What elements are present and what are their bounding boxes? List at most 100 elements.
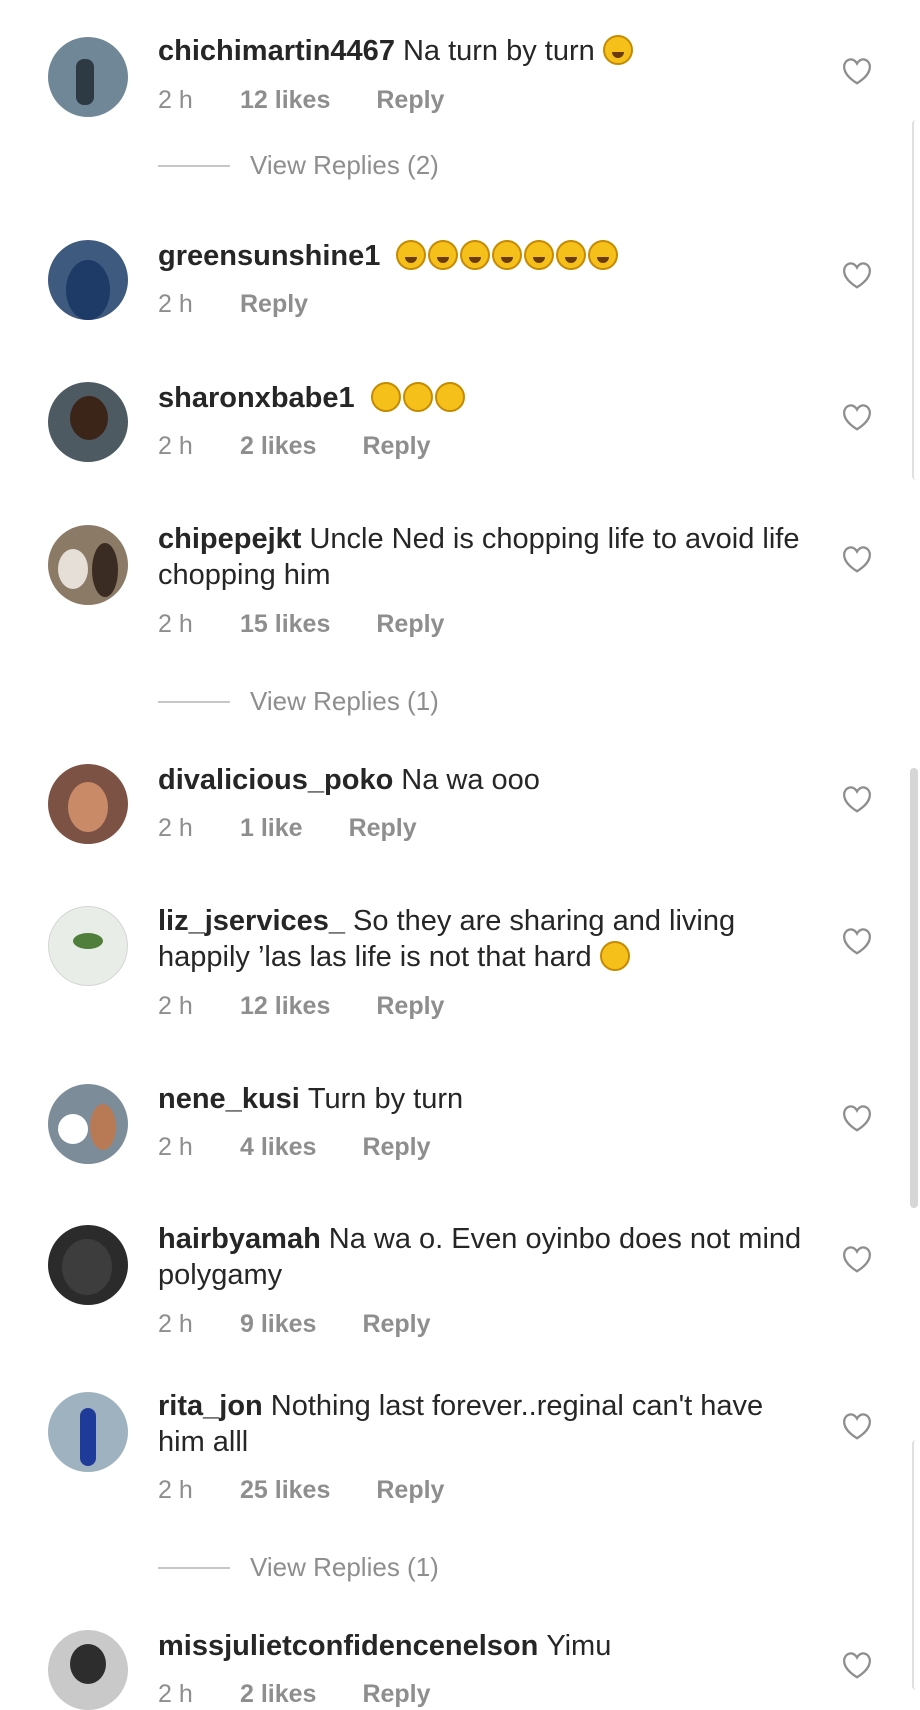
avatar[interactable]	[48, 1630, 128, 1710]
likes-count[interactable]: 15 likes	[240, 610, 330, 639]
username[interactable]: hairbyamah	[158, 1223, 321, 1255]
likes-count[interactable]: 4 likes	[240, 1133, 316, 1162]
reply-button[interactable]: Reply	[362, 1133, 430, 1162]
view-replies-button[interactable]: View Replies (2)	[158, 150, 439, 181]
comment-text: rita_jon Nothing last forever..reginal ca…	[158, 1388, 802, 1460]
reply-button[interactable]: Reply	[376, 1476, 444, 1505]
username[interactable]: rita_jon	[158, 1390, 263, 1422]
comment-text: greensunshine1	[158, 238, 802, 274]
username[interactable]: chipepejkt	[158, 523, 301, 555]
heart-icon[interactable]	[842, 404, 872, 432]
username[interactable]: divalicious_poko	[158, 764, 393, 796]
avatar[interactable]	[48, 764, 128, 844]
divider	[158, 1566, 230, 1569]
likes-count[interactable]: 25 likes	[240, 1476, 330, 1505]
username[interactable]: nene_kusi	[158, 1083, 300, 1115]
scrollbar-thumb[interactable]	[910, 768, 918, 1208]
reply-button[interactable]: Reply	[362, 1310, 430, 1339]
comment-text: hairbyamah Na wa o. Even oyinbo does not …	[158, 1221, 802, 1293]
laughing-face-emoji	[428, 240, 459, 270]
avatar[interactable]	[48, 906, 128, 986]
likes-count[interactable]: 1 like	[240, 814, 303, 843]
heart-icon[interactable]	[842, 262, 872, 290]
comment-body: Na wa ooo	[401, 764, 540, 796]
timestamp: 2 h	[158, 814, 193, 842]
comment-body: Na turn by turn	[402, 35, 595, 67]
comment-body: Yimu	[546, 1630, 612, 1662]
timestamp: 2 h	[158, 290, 193, 318]
username[interactable]: missjulietconfidencenelson	[158, 1630, 538, 1662]
likes-count[interactable]: 12 likes	[240, 86, 330, 115]
avatar[interactable]	[48, 382, 128, 462]
timestamp: 2 h	[158, 86, 193, 114]
comment-text: sharonxbabe1	[158, 380, 802, 416]
weary-face-emoji	[599, 941, 630, 971]
heart-icon[interactable]	[842, 1413, 872, 1441]
comment-meta: 2 h 12 likes Reply	[158, 86, 444, 115]
heart-icon[interactable]	[842, 786, 872, 814]
scroll-edge	[912, 120, 920, 480]
heart-icon[interactable]	[842, 58, 872, 86]
comment-meta: 2 h 12 likes Reply	[158, 992, 444, 1021]
comment-meta: 2 h 9 likes Reply	[158, 1310, 431, 1339]
username[interactable]: greensunshine1	[158, 240, 380, 272]
laughing-face-emoji	[588, 240, 619, 270]
reply-button[interactable]: Reply	[362, 1680, 430, 1709]
comment-text: nene_kusi Turn by turn	[158, 1081, 802, 1117]
comment-text: divalicious_poko Na wa ooo	[158, 762, 802, 798]
comment-meta: 2 h 4 likes Reply	[158, 1133, 431, 1162]
username[interactable]: sharonxbabe1	[158, 382, 355, 414]
likes-count[interactable]: 12 likes	[240, 992, 330, 1021]
timestamp: 2 h	[158, 432, 193, 460]
username[interactable]: chichimartin4467	[158, 35, 395, 67]
view-replies-button[interactable]: View Replies (1)	[158, 1552, 439, 1583]
likes-count[interactable]: 2 likes	[240, 432, 316, 461]
timestamp: 2 h	[158, 610, 193, 638]
comment-meta: 2 h 25 likes Reply	[158, 1476, 444, 1505]
avatar[interactable]	[48, 525, 128, 605]
crying-face-emoji	[370, 382, 401, 412]
heart-icon[interactable]	[842, 1652, 872, 1680]
comment-text: chipepejkt Uncle Ned is chopping life to …	[158, 521, 802, 593]
reply-button[interactable]: Reply	[376, 992, 444, 1021]
heart-icon[interactable]	[842, 928, 872, 956]
avatar[interactable]	[48, 37, 128, 117]
reply-button[interactable]: Reply	[349, 814, 417, 843]
likes-count[interactable]: 9 likes	[240, 1310, 316, 1339]
comment-meta: 2 h 2 likes Reply	[158, 1680, 431, 1709]
scroll-edge	[912, 1440, 920, 1690]
heart-icon[interactable]	[842, 1105, 872, 1133]
reply-button[interactable]: Reply	[376, 610, 444, 639]
heart-icon[interactable]	[842, 1246, 872, 1274]
laughing-face-emoji	[492, 240, 523, 270]
timestamp: 2 h	[158, 992, 193, 1020]
avatar[interactable]	[48, 240, 128, 320]
timestamp: 2 h	[158, 1680, 193, 1708]
comment-text: missjulietconfidencenelson Yimu	[158, 1628, 802, 1664]
comment-meta: 2 h Reply	[158, 290, 308, 319]
reply-button[interactable]: Reply	[376, 86, 444, 115]
crying-face-emoji	[402, 382, 433, 412]
reply-button[interactable]: Reply	[240, 290, 308, 319]
crying-face-emoji	[434, 382, 465, 412]
divider	[158, 700, 230, 703]
reply-button[interactable]: Reply	[362, 432, 430, 461]
username[interactable]: liz_jservices_	[158, 905, 345, 937]
heart-icon[interactable]	[842, 546, 872, 574]
avatar[interactable]	[48, 1084, 128, 1164]
comment-text: chichimartin4467 Na turn by turn	[158, 33, 802, 69]
timestamp: 2 h	[158, 1476, 193, 1504]
comment-meta: 2 h 2 likes Reply	[158, 432, 431, 461]
laughing-face-emoji	[524, 240, 555, 270]
view-replies-button[interactable]: View Replies (1)	[158, 686, 439, 717]
avatar[interactable]	[48, 1392, 128, 1472]
view-replies-label: View Replies (2)	[250, 150, 439, 180]
likes-count[interactable]: 2 likes	[240, 1680, 316, 1709]
avatar[interactable]	[48, 1225, 128, 1305]
timestamp: 2 h	[158, 1133, 193, 1161]
timestamp: 2 h	[158, 1310, 193, 1338]
laughing-face-emoji	[460, 240, 491, 270]
comment-text: liz_jservices_ So they are sharing and li…	[158, 903, 802, 975]
divider	[158, 164, 230, 167]
view-replies-label: View Replies (1)	[250, 1552, 439, 1582]
